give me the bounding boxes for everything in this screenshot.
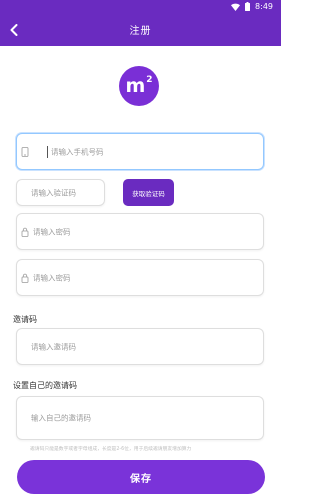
code-placeholder: 请输入验证码: [31, 188, 76, 197]
own-invite-label: 设置自己的邀请码: [13, 381, 77, 390]
lock-icon: [21, 227, 29, 237]
status-time: 8:49: [255, 2, 273, 11]
wifi-icon: [231, 3, 241, 11]
invite-hint: 邀请码只能是数字或者字母组成，长度是2-6位，用于后续邀请朋友增加算力: [30, 447, 192, 452]
phone-placeholder: 请输入手机号码: [51, 147, 104, 156]
invite-placeholder: 请输入邀请码: [31, 342, 76, 351]
get-code-button[interactable]: 获取验证码: [123, 179, 174, 206]
own-invite-placeholder: 输入自己的邀请码: [31, 413, 91, 423]
app-logo: m2: [119, 66, 159, 106]
invite-label: 邀请码: [13, 315, 37, 324]
code-field[interactable]: 请输入验证码: [16, 179, 105, 206]
page-title: 注册: [129, 26, 152, 37]
lock-icon: [21, 273, 29, 283]
confirm-password-placeholder: 请输入密码: [33, 273, 71, 282]
text-cursor: [47, 146, 48, 158]
save-button[interactable]: 保存: [17, 460, 265, 494]
confirm-password-field[interactable]: 请输入密码: [16, 259, 264, 296]
status-bar: 8:49: [0, 0, 281, 14]
password-placeholder: 请输入密码: [33, 227, 71, 236]
phone-icon: [21, 146, 29, 157]
invite-field[interactable]: 请输入邀请码: [16, 328, 264, 365]
battery-icon: [245, 2, 251, 11]
phone-field[interactable]: 请输入手机号码: [16, 133, 264, 170]
password-field[interactable]: 请输入密码: [16, 213, 264, 250]
own-invite-field[interactable]: 输入自己的邀请码: [16, 396, 264, 440]
app-bar: 注册: [0, 14, 281, 46]
